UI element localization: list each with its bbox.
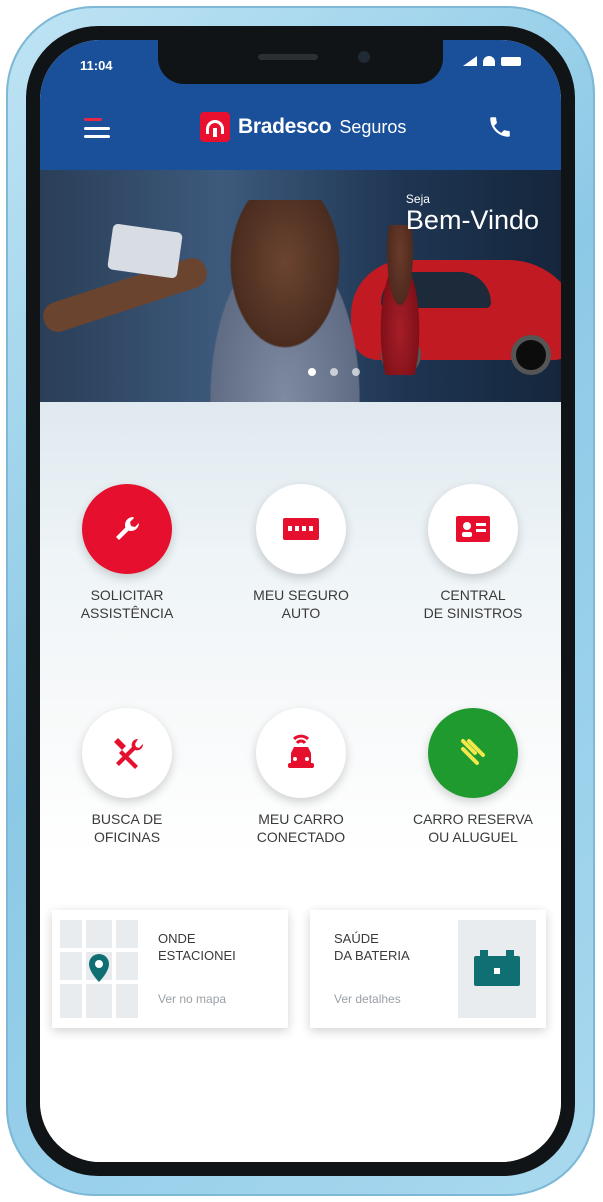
- phone-bezel: 11:04 Bradesco Seguros Seja Bem-Vindo SO…: [26, 26, 575, 1176]
- service-central-sinistros[interactable]: CENTRAL DE SINISTROS: [388, 484, 558, 622]
- hamburger-menu-icon[interactable]: [84, 118, 110, 138]
- bradesco-logo-icon: [200, 112, 230, 142]
- card-link[interactable]: Ver no mapa: [158, 992, 226, 1006]
- phone-call-icon[interactable]: [487, 114, 513, 140]
- brand-name: Bradesco: [238, 115, 332, 138]
- service-meu-seguro-auto[interactable]: MEU SEGURO AUTO: [216, 484, 386, 622]
- hero-greeting: Seja Bem-Vindo: [406, 192, 539, 234]
- phone-frame: 11:04 Bradesco Seguros Seja Bem-Vindo SO…: [6, 6, 595, 1196]
- carousel-dots: [308, 368, 360, 376]
- rental-car-icon: [461, 739, 485, 765]
- card-onde-estacionei[interactable]: ONDE ESTACIONEI Ver no mapa: [52, 910, 288, 1028]
- battery-status-icon: [501, 56, 521, 66]
- service-carro-reserva-aluguel[interactable]: CARRO RESERVA OU ALUGUEL: [388, 708, 558, 846]
- service-circle: [82, 484, 172, 574]
- greeting-small: Seja: [405, 192, 430, 206]
- hero-card-image: [107, 223, 183, 279]
- insurance-card-icon: [283, 518, 319, 540]
- service-circle: [256, 708, 346, 798]
- status-time: 11:04: [80, 58, 113, 73]
- service-label: MEU SEGURO AUTO: [253, 587, 349, 621]
- hero-banner[interactable]: Seja Bem-Vindo: [40, 170, 561, 402]
- status-icons: [463, 56, 521, 66]
- service-circle: [428, 708, 518, 798]
- phone-notch: [158, 40, 443, 84]
- service-circle: [82, 708, 172, 798]
- wrench-icon: [116, 517, 139, 540]
- carousel-dot[interactable]: [330, 368, 338, 376]
- service-circle: [256, 484, 346, 574]
- car-wheel: [511, 335, 551, 375]
- brand-subtitle: Seguros: [339, 116, 407, 137]
- service-label: BUSCA DE OFICINAS: [91, 811, 163, 845]
- app-screen: 11:04 Bradesco Seguros Seja Bem-Vindo SO…: [40, 40, 561, 1162]
- card-saude-bateria[interactable]: SAÚDE DA BATERIA Ver detalhes: [310, 910, 546, 1028]
- carousel-dot[interactable]: [308, 368, 316, 376]
- card-link[interactable]: Ver detalhes: [334, 992, 401, 1006]
- claims-icon: [456, 516, 490, 542]
- battery-icon: [458, 920, 536, 1018]
- front-camera: [358, 51, 370, 63]
- service-meu-carro-conectado[interactable]: MEU CARRO CONECTADO: [216, 708, 386, 846]
- service-solicitar-assistencia[interactable]: SOLICITAR ASSISTÊNCIA: [42, 484, 212, 622]
- connected-car-icon: [288, 734, 314, 768]
- carousel-dot[interactable]: [352, 368, 360, 376]
- service-label: MEU CARRO CONECTADO: [256, 811, 346, 845]
- brand-logo: Bradesco Seguros: [200, 112, 406, 142]
- speaker-grille: [258, 54, 318, 60]
- service-circle: [428, 484, 518, 574]
- battery-thumbnail: [458, 920, 536, 1018]
- service-busca-oficinas[interactable]: BUSCA DE OFICINAS: [42, 708, 212, 846]
- main-content: SOLICITAR ASSISTÊNCIA MEU SEGURO AUTO CE…: [40, 402, 561, 1162]
- service-label: SOLICITAR ASSISTÊNCIA: [80, 587, 174, 621]
- tools-icon: [114, 738, 144, 769]
- map-image: [60, 920, 138, 1018]
- service-label: CENTRAL DE SINISTROS: [423, 587, 523, 621]
- greeting-big: Bem-Vindo: [405, 205, 539, 235]
- card-title: ONDE ESTACIONEI: [158, 931, 236, 963]
- card-title: SAÚDE DA BATERIA: [334, 931, 410, 963]
- signal-icon: [463, 56, 477, 66]
- wifi-icon: [483, 56, 495, 66]
- map-thumbnail: [60, 920, 138, 1018]
- service-label: CARRO RESERVA OU ALUGUEL: [412, 811, 534, 845]
